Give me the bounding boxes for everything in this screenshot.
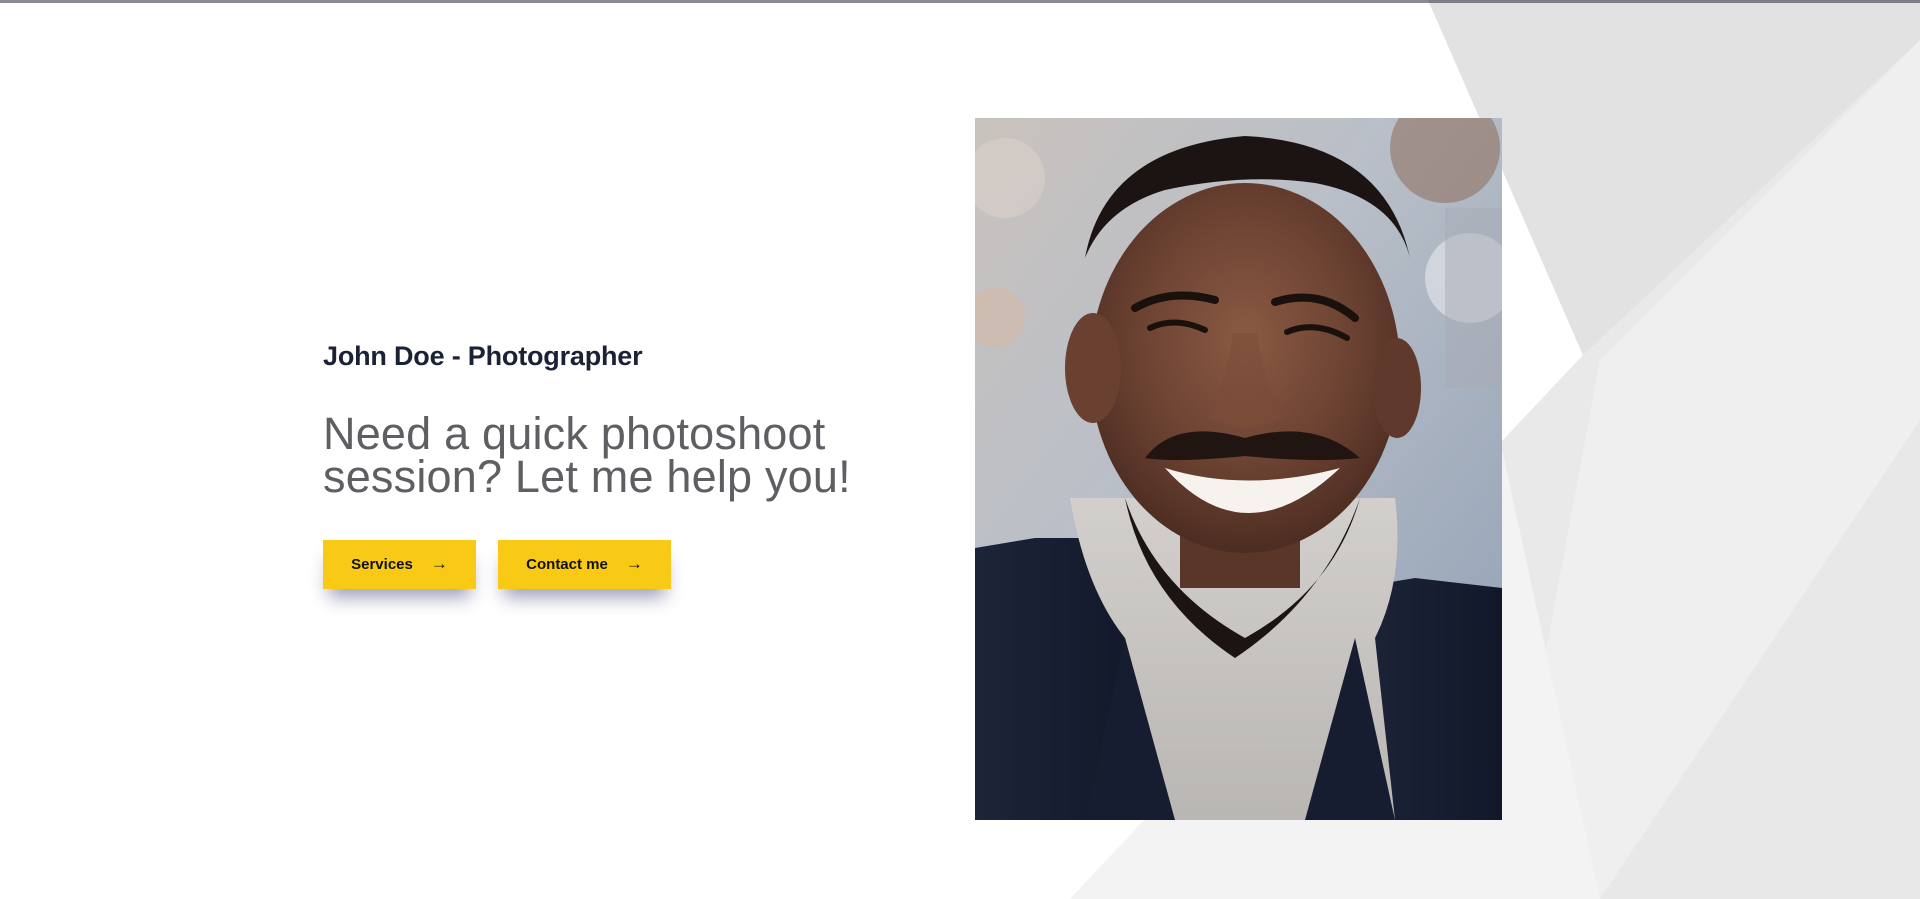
contact-me-button-label: Contact me xyxy=(526,556,608,574)
top-border-line xyxy=(0,0,1920,3)
hero-text-block: John Doe - Photographer Need a quick pho… xyxy=(323,340,923,590)
arrow-right-icon: → xyxy=(625,553,643,573)
services-button[interactable]: Services → xyxy=(323,540,476,590)
portrait-photo xyxy=(975,118,1502,820)
services-button-label: Services xyxy=(351,556,413,574)
arrow-right-icon: → xyxy=(430,553,448,573)
site-title: John Doe - Photographer xyxy=(323,341,643,371)
hero-actions: Services → Contact me → xyxy=(323,540,923,590)
background-geometric-shapes xyxy=(1070,0,1920,899)
contact-me-button[interactable]: Contact me → xyxy=(498,540,671,590)
hero-tagline: Need a quick photoshoot session? Let me … xyxy=(323,408,851,503)
